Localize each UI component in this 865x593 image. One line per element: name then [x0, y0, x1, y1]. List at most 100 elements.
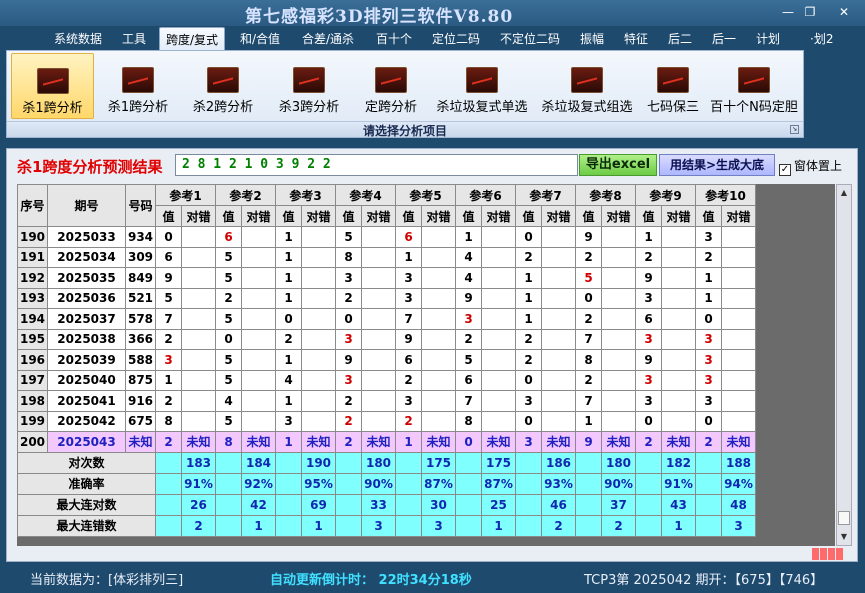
cell-ref-hit[interactable]: 对 — [181, 410, 216, 432]
scroll-thumb[interactable] — [838, 511, 850, 525]
cell-ref-value[interactable]: 2 — [335, 410, 362, 432]
cell-period[interactable]: 2025041 — [47, 390, 126, 412]
cell-ref-value[interactable]: 0 — [635, 410, 662, 432]
stats-value[interactable]: 186 — [541, 451, 576, 474]
cell-ref-hit[interactable]: 对 — [541, 308, 576, 330]
cell-seq[interactable]: 193 — [17, 287, 48, 309]
cell-ref-value[interactable]: 1 — [395, 246, 422, 268]
cell-ref-value[interactable]: 6 — [215, 226, 242, 248]
stats-spacer[interactable] — [515, 493, 542, 516]
stats-value[interactable]: 2 — [541, 514, 576, 537]
pin-window-toggle[interactable]: ✓ 窗体置上 — [779, 157, 842, 176]
cell-ref-pending[interactable]: 未知 — [421, 431, 456, 453]
cell-ref-value[interactable]: 3 — [335, 267, 362, 289]
stats-value[interactable]: 1 — [241, 514, 276, 537]
cell-ref-hit[interactable]: 对 — [301, 369, 336, 391]
cell-ref-value[interactable]: 6 — [635, 308, 662, 330]
cell-period[interactable]: 2025036 — [47, 287, 126, 309]
cell-ref-hit[interactable]: 对 — [721, 410, 756, 432]
cell-ref-miss[interactable] — [661, 328, 696, 350]
cell-ref-hit[interactable]: 对 — [361, 308, 396, 330]
cell-ref-value[interactable]: 5 — [215, 410, 242, 432]
stats-value[interactable]: 1 — [301, 514, 336, 537]
stats-value[interactable]: 92% — [241, 472, 276, 495]
stats-row[interactable]: 准确率 91% 92% 95% 90% 87% 87% 93% 90% 91% 94% — [17, 472, 756, 495]
cell-ref-hit[interactable]: 对 — [241, 267, 276, 289]
cell-ref-hit[interactable]: 对 — [541, 267, 576, 289]
stats-row[interactable]: 最大连对数 26 42 69 33 30 25 46 37 43 48 — [17, 493, 756, 516]
table-row[interactable]: 194 2025037 578 7 对 5 对 0 对 0 对 7 对 3 1 对 2 对 6 对 0 对 — [17, 308, 756, 330]
ribbon-seven-code[interactable]: 七码保三 — [641, 53, 705, 119]
cell-ref-value[interactable]: 3 — [335, 369, 362, 391]
stats-spacer[interactable] — [335, 493, 362, 516]
cell-ref-pending[interactable]: 未知 — [481, 431, 516, 453]
stats-spacer[interactable] — [575, 514, 602, 537]
cell-period[interactable]: 2025034 — [47, 246, 126, 268]
table-row[interactable]: 195 2025038 366 2 对 0 对 2 对 3 9 对 2 对 2 对 7 对 3 3 — [17, 328, 756, 350]
cell-ref-hit[interactable]: 对 — [601, 287, 636, 309]
menu-plan-2[interactable]: ·划2 — [810, 30, 833, 47]
cell-ref-hit[interactable]: 对 — [241, 369, 276, 391]
stats-value[interactable]: 94% — [721, 472, 756, 495]
stats-spacer[interactable] — [575, 472, 602, 495]
cell-ref-value[interactable]: 8 — [455, 410, 482, 432]
menu-feature[interactable]: 特征 — [624, 30, 648, 47]
cell-ref-value[interactable]: 3 — [695, 328, 722, 350]
cell-ref-hit[interactable]: 对 — [721, 287, 756, 309]
cell-number[interactable]: 675 — [125, 410, 156, 432]
cell-ref-hit[interactable]: 对 — [361, 287, 396, 309]
cell-ref-value[interactable]: 2 — [455, 328, 482, 350]
cell-ref-value[interactable]: 0 — [155, 226, 182, 248]
cell-number[interactable]: 309 — [125, 246, 156, 268]
stats-spacer[interactable] — [575, 451, 602, 474]
table-row[interactable]: 198 2025041 916 2 对 4 对 1 对 2 对 3 对 7 对 3 对 7 对 3 对 3 对 — [17, 390, 756, 412]
menu-positional-two[interactable]: 定位二码 — [432, 30, 480, 47]
cell-ref-hit[interactable]: 对 — [301, 349, 336, 371]
menu-last-one[interactable]: 后一 — [712, 30, 736, 47]
cell-ref-hit[interactable]: 对 — [301, 226, 336, 248]
cell-ref-hit[interactable]: 对 — [481, 349, 516, 371]
stats-value[interactable]: 1 — [481, 514, 516, 537]
cell-period[interactable]: 2025033 — [47, 226, 126, 248]
cell-ref-pending[interactable]: 未知 — [181, 431, 216, 453]
stats-value[interactable]: 37 — [601, 493, 636, 516]
cell-ref-value[interactable]: 1 — [575, 410, 602, 432]
cell-ref-hit[interactable]: 对 — [721, 308, 756, 330]
stats-value[interactable]: 175 — [421, 451, 456, 474]
cell-ref-value[interactable]: 3 — [515, 431, 542, 453]
cell-ref-hit[interactable]: 对 — [181, 267, 216, 289]
cell-seq[interactable]: 190 — [17, 226, 48, 248]
cell-ref-miss[interactable] — [241, 226, 276, 248]
cell-ref-value[interactable]: 7 — [395, 308, 422, 330]
cell-ref-hit[interactable]: 对 — [361, 226, 396, 248]
cell-ref-value[interactable]: 3 — [695, 390, 722, 412]
cell-ref-hit[interactable]: 对 — [421, 328, 456, 350]
cell-ref-value[interactable]: 3 — [515, 390, 542, 412]
cell-ref-value[interactable]: 1 — [275, 267, 302, 289]
cell-ref-value[interactable]: 2 — [275, 328, 302, 350]
cell-ref-value[interactable]: 5 — [215, 267, 242, 289]
ref-header-10[interactable]: 参考10 — [695, 184, 756, 206]
cell-ref-hit[interactable]: 对 — [181, 287, 216, 309]
stats-value[interactable]: 87% — [481, 472, 516, 495]
cell-ref-value[interactable]: 3 — [335, 328, 362, 350]
cell-ref-value[interactable]: 6 — [155, 246, 182, 268]
cell-number[interactable]: 934 — [125, 226, 156, 248]
cell-ref-pending[interactable]: 未知 — [361, 431, 396, 453]
cell-ref-hit[interactable]: 对 — [481, 410, 516, 432]
stats-spacer[interactable] — [155, 451, 182, 474]
cell-ref-hit[interactable]: 对 — [481, 226, 516, 248]
cell-ref-value[interactable]: 2 — [335, 287, 362, 309]
cell-ref-value[interactable]: 5 — [455, 349, 482, 371]
cell-ref-miss[interactable] — [601, 267, 636, 289]
cell-ref-value[interactable]: 7 — [575, 390, 602, 412]
cell-ref-hit[interactable]: 对 — [481, 328, 516, 350]
stats-spacer[interactable] — [215, 493, 242, 516]
cell-ref-value[interactable]: 9 — [335, 349, 362, 371]
cell-ref-value[interactable]: 0 — [695, 308, 722, 330]
stats-spacer[interactable] — [455, 451, 482, 474]
cell-ref-value[interactable]: 3 — [635, 369, 662, 391]
cell-seq[interactable]: 194 — [17, 308, 48, 330]
stats-spacer[interactable] — [275, 472, 302, 495]
cell-ref-hit[interactable]: 对 — [661, 246, 696, 268]
